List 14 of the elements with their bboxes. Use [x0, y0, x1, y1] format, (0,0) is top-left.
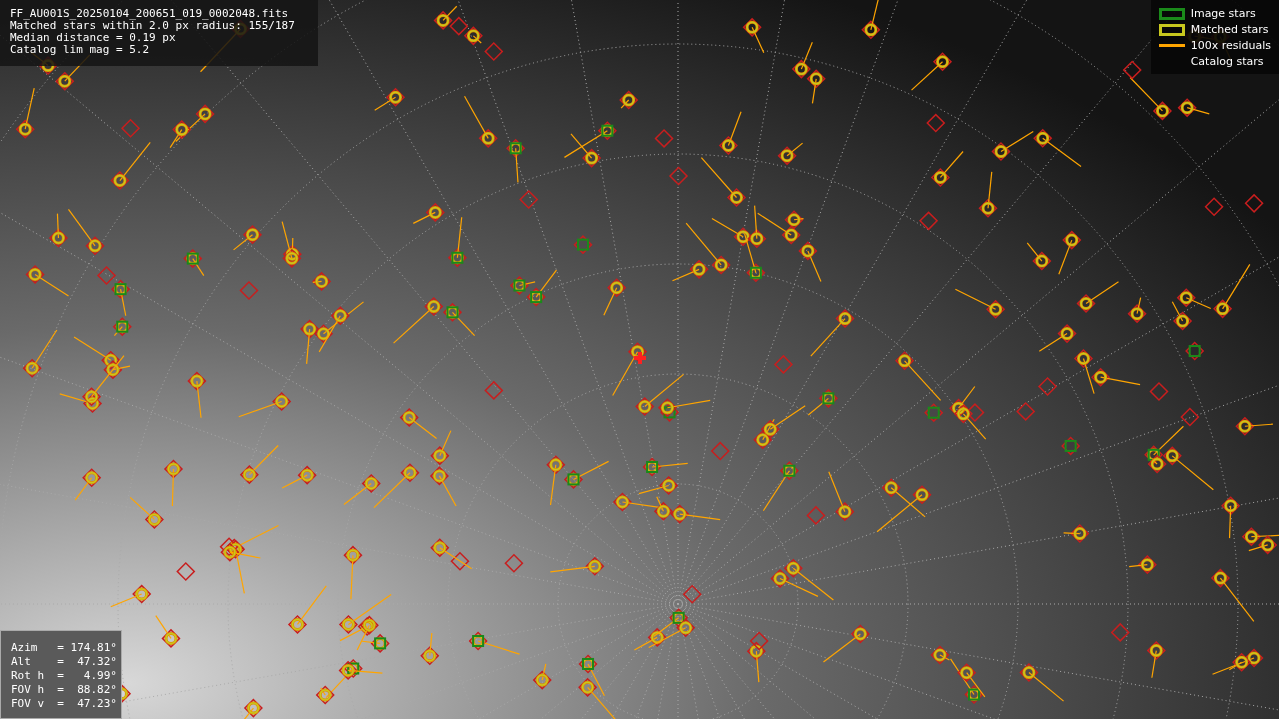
- legend-label: Catalog stars: [1190, 55, 1264, 68]
- pointing-text: Rot h = 4.99°: [11, 669, 118, 683]
- info-text: Catalog lim mag = 5.2: [10, 44, 151, 56]
- pointing-text: Alt = 47.32°: [11, 655, 118, 669]
- legend-label: Image stars: [1190, 7, 1256, 20]
- pointing-text: FOV h = 88.82°: [11, 683, 118, 697]
- center-cross-icon: [634, 352, 646, 364]
- legend-label: Matched stars: [1190, 23, 1269, 36]
- info-text: Median distance = 0.19 px: [10, 32, 177, 44]
- info-text: Matched stars within 2.0 px radius: 155/187: [10, 20, 296, 32]
- info-text: FF_AU001S_20250104_200651_019_0002048.fits: [10, 8, 290, 20]
- pointing-text: Azim = 174.81°: [11, 641, 118, 655]
- pointing-text: FOV v = 47.23°: [11, 697, 118, 711]
- legend-label: 100x residuals: [1190, 39, 1271, 52]
